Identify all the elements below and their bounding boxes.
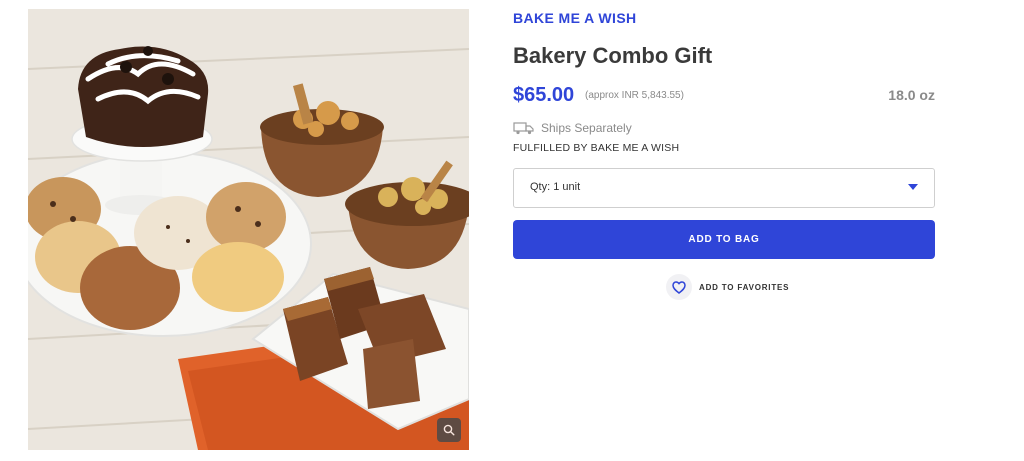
add-to-favorites[interactable]: ADD TO FAVORITES xyxy=(666,274,789,300)
ships-text: Ships Separately xyxy=(541,121,632,135)
favorites-label: ADD TO FAVORITES xyxy=(699,282,790,292)
zoom-button[interactable] xyxy=(437,418,461,442)
brand-link[interactable]: BAKE ME A WISH xyxy=(513,10,637,26)
caret-down-icon xyxy=(908,184,918,190)
quantity-select[interactable]: Qty: 1 unit xyxy=(513,168,935,208)
fulfilled-by: FULFILLED BY BAKE ME A WISH xyxy=(513,142,680,154)
product-image[interactable] xyxy=(28,9,469,450)
product-photo xyxy=(28,9,469,450)
truck-icon xyxy=(513,122,534,135)
heart-icon xyxy=(672,280,686,294)
product-title: Bakery Combo Gift xyxy=(513,43,713,68)
price: $65.00 xyxy=(513,84,575,106)
product-weight: 18.0 oz xyxy=(888,87,935,103)
add-to-bag-button[interactable]: ADD TO BAG xyxy=(513,220,935,259)
price-approx: (approx INR 5,843.55) xyxy=(585,90,684,101)
price-row: $65.00 (approx INR 5,843.55) 18.0 oz xyxy=(513,84,935,108)
zoom-icon xyxy=(443,424,455,436)
quantity-value: Qty: 1 unit xyxy=(530,181,581,193)
ships-separately: Ships Separately xyxy=(513,121,632,135)
favorites-button[interactable] xyxy=(666,274,692,300)
